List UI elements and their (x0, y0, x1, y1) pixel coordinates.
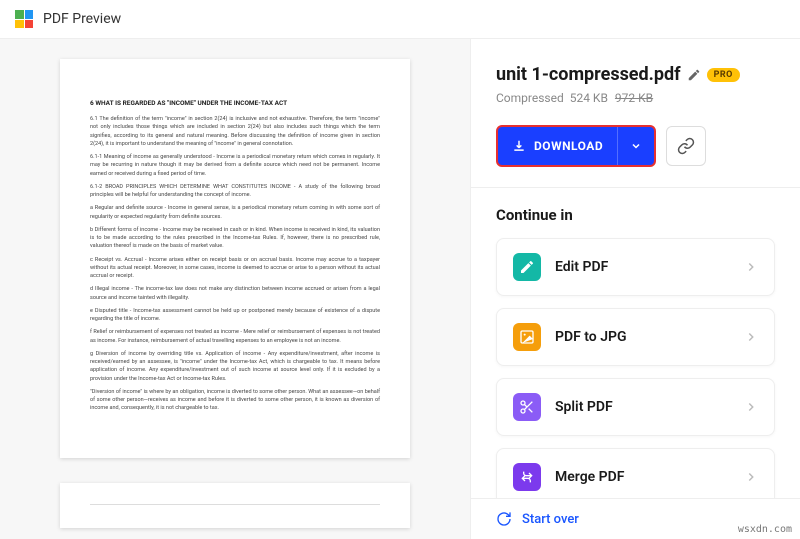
doc-para: e Disputed title - Income-tax assessment… (90, 307, 380, 324)
pdf-page (60, 483, 410, 528)
continue-section: Continue in Edit PDF PDF to JPG S (471, 187, 800, 498)
pro-badge: PRO (707, 68, 740, 82)
start-over-label: Start over (522, 512, 579, 527)
redo-icon (496, 511, 512, 527)
file-name: unit 1-compressed.pdf (496, 64, 681, 85)
pencil-icon[interactable] (687, 68, 701, 82)
header-title: PDF Preview (43, 11, 121, 27)
tool-edit-pdf[interactable]: Edit PDF (496, 238, 775, 296)
merge-icon (513, 463, 541, 491)
chevron-down-icon[interactable] (618, 140, 654, 152)
doc-para: f Relief or reimbursement of expenses no… (90, 328, 380, 345)
main-content: 6 WHAT IS REGARDED AS "INCOME" UNDER THE… (0, 39, 800, 539)
doc-para: c Receipt vs. Accrual - Income arises ei… (90, 256, 380, 281)
chevron-right-icon (744, 330, 758, 344)
download-icon (512, 139, 526, 153)
edit-icon (513, 253, 541, 281)
chevron-right-icon (744, 470, 758, 484)
watermark-url: wsxdn.com (738, 524, 792, 535)
tool-merge-pdf[interactable]: Merge PDF (496, 448, 775, 498)
compress-status: Compressed (496, 91, 564, 105)
doc-para: a Regular and definite source - Income i… (90, 204, 380, 221)
chevron-right-icon (744, 260, 758, 274)
doc-para: 6.1-1 Meaning of income as generally und… (90, 153, 380, 178)
file-info: unit 1-compressed.pdf PRO Compressed 524… (471, 39, 800, 125)
image-icon (513, 323, 541, 351)
side-panel: unit 1-compressed.pdf PRO Compressed 524… (470, 39, 800, 539)
doc-heading: 6 WHAT IS REGARDED AS "INCOME" UNDER THE… (90, 99, 380, 107)
doc-para: 6.1-2 BROAD PRINCIPLES WHICH DETERMINE W… (90, 183, 380, 200)
continue-title: Continue in (496, 206, 775, 224)
doc-para: b Different forms of income - Income may… (90, 226, 380, 251)
app-logo (15, 10, 33, 28)
share-link-button[interactable] (666, 126, 706, 166)
tool-label: PDF to JPG (555, 329, 730, 345)
tool-pdf-to-jpg[interactable]: PDF to JPG (496, 308, 775, 366)
old-size: 972 KB (615, 91, 653, 105)
doc-para: "Diversion of income" is where by an obl… (90, 388, 380, 413)
tool-split-pdf[interactable]: Split PDF (496, 378, 775, 436)
doc-para: g Diversion of income by overriding titl… (90, 350, 380, 383)
tool-label: Edit PDF (555, 259, 730, 275)
pdf-preview-panel[interactable]: 6 WHAT IS REGARDED AS "INCOME" UNDER THE… (0, 39, 470, 539)
tool-label: Split PDF (555, 399, 730, 415)
pdf-page: 6 WHAT IS REGARDED AS "INCOME" UNDER THE… (60, 59, 410, 458)
scissors-icon (513, 393, 541, 421)
download-row: DOWNLOAD (471, 125, 800, 187)
file-meta: Compressed 524 KB 972 KB (496, 91, 775, 105)
app-header: PDF Preview (0, 0, 800, 39)
download-button[interactable]: DOWNLOAD (496, 125, 656, 167)
tool-label: Merge PDF (555, 469, 730, 485)
new-size: 524 KB (570, 91, 608, 105)
doc-para: 6.1 The definition of the term "income" … (90, 115, 380, 148)
download-label: DOWNLOAD (534, 139, 603, 153)
chevron-right-icon (744, 400, 758, 414)
doc-para: d Illegal income - The income-tax law do… (90, 285, 380, 302)
